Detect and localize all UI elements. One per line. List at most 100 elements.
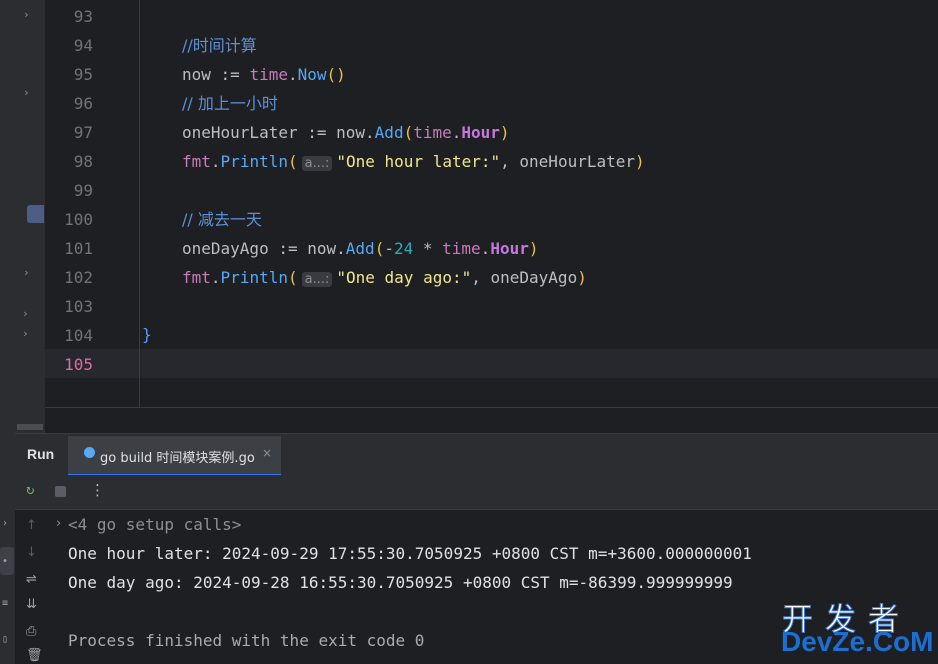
code-string: "One day ago:": [336, 268, 472, 287]
console-fold-line[interactable]: <4 go setup calls>: [68, 510, 241, 539]
code-function: Println: [220, 268, 288, 287]
line-number: 103: [64, 297, 93, 316]
parameter-hint: a...:: [301, 156, 333, 171]
code-line[interactable]: // 减去一天: [182, 205, 262, 234]
tree-selected-item[interactable]: [27, 205, 44, 223]
rerun-icon[interactable]: ↻: [26, 483, 40, 497]
code-operator: *: [413, 239, 443, 258]
watermark-bottom: DevZe.CoM: [781, 626, 934, 657]
code-paren: ): [499, 123, 510, 142]
line-number: 98: [73, 152, 93, 171]
code-paren: (: [374, 239, 385, 258]
code-function: Now: [297, 65, 327, 84]
code-package: fmt: [182, 268, 211, 287]
code-function: Println: [220, 152, 288, 171]
tree-chevron-icon[interactable]: ›: [23, 8, 30, 21]
line-number: 94: [73, 36, 93, 55]
code-line[interactable]: oneHourLater := now.Add(time.Hour): [182, 118, 510, 147]
dot-icon[interactable]: •: [2, 556, 8, 568]
go-file-icon: [84, 447, 95, 458]
code-function: Add: [374, 123, 404, 142]
print-icon[interactable]: ⎙: [26, 624, 36, 639]
code-receiver: now: [336, 123, 366, 142]
parameter-hint: a...:: [301, 272, 333, 287]
chevron-right-icon[interactable]: ›: [2, 518, 8, 530]
code-dot: .: [480, 239, 491, 258]
code-operator: :=: [210, 65, 250, 84]
tree-expand-icon[interactable]: ›: [22, 307, 29, 320]
code-argument: oneHourLater: [519, 152, 635, 171]
code-line[interactable]: // 加上一小时: [182, 89, 278, 118]
gutter-separator: [139, 0, 140, 407]
line-number-current: 105: [64, 355, 93, 374]
code-package: time: [249, 65, 288, 84]
code-paren: ): [336, 65, 346, 84]
code-line[interactable]: //时间计算: [182, 31, 257, 60]
console-exit-line: Process finished with the exit code 0: [68, 631, 425, 650]
code-line[interactable]: fmt.Println(a...: "One hour later:", oneH…: [182, 147, 645, 176]
code-paren: (: [287, 268, 298, 287]
code-paren: (: [403, 123, 414, 142]
code-constant: Hour: [461, 123, 500, 142]
code-line[interactable]: oneDayAgo := now.Add(-24 * time.Hour): [182, 234, 538, 263]
stop-icon[interactable]: [55, 486, 66, 497]
code-argument: oneDayAgo: [490, 268, 578, 287]
code-number: 24: [393, 239, 414, 258]
arrow-down-icon[interactable]: ↓: [26, 545, 37, 560]
close-icon[interactable]: ×: [262, 446, 272, 460]
tree-expand-icon[interactable]: ›: [22, 327, 29, 340]
code-editor[interactable]: [45, 0, 938, 407]
code-dot: .: [451, 123, 462, 142]
code-dot: .: [287, 65, 298, 84]
code-package: fmt: [182, 152, 211, 171]
code-comment: // 减去一天: [182, 210, 262, 229]
code-comment: // 加上一小时: [182, 94, 278, 113]
code-operator: -: [384, 239, 394, 258]
code-comment: //时间计算: [182, 36, 257, 55]
code-dot: .: [210, 152, 221, 171]
scroll-to-end-icon[interactable]: ⇊: [26, 597, 37, 612]
run-toolbar: [15, 475, 938, 510]
run-panel-title[interactable]: Run: [27, 446, 54, 462]
code-variable: oneHourLater: [182, 123, 298, 142]
code-receiver: now: [307, 239, 337, 258]
line-number: 96: [73, 94, 93, 113]
console-side-rail: [15, 510, 53, 664]
code-paren: (: [287, 152, 298, 171]
code-string: "One hour later:": [336, 152, 501, 171]
code-paren: ): [577, 268, 587, 287]
code-dot: .: [365, 123, 375, 142]
code-operator: :=: [297, 123, 337, 142]
code-function: Add: [345, 239, 375, 258]
code-paren: (: [326, 65, 337, 84]
code-package: time: [413, 123, 452, 142]
tree-chevron-icon[interactable]: ›: [23, 266, 30, 279]
arrow-up-icon[interactable]: ↑: [26, 518, 37, 533]
line-number: 101: [64, 239, 93, 258]
run-tab-label[interactable]: go build 时间模块案例.go: [100, 447, 255, 466]
line-number: 102: [64, 268, 93, 287]
code-paren: ): [635, 152, 645, 171]
tree-scrollbar[interactable]: [17, 424, 43, 430]
structure-icon[interactable]: ≡: [2, 598, 8, 610]
left-tool-strip: › • ≡ ▯: [0, 0, 15, 664]
soft-wrap-icon[interactable]: ⇌: [26, 572, 37, 587]
terminal-icon[interactable]: ▯: [2, 634, 8, 646]
code-constant: Hour: [490, 239, 529, 258]
code-line[interactable]: fmt.Println(a...: "One day ago:", oneDayA…: [182, 263, 587, 292]
code-variable: oneDayAgo: [182, 239, 269, 258]
fold-chevron-icon[interactable]: ›: [56, 516, 61, 531]
line-number: 95: [73, 65, 93, 84]
line-number: 100: [64, 210, 93, 229]
line-number: 93: [73, 7, 93, 26]
tree-chevron-icon[interactable]: ›: [23, 86, 30, 99]
code-dot: .: [210, 268, 221, 287]
code-dot: .: [336, 239, 346, 258]
line-number: 104: [64, 326, 93, 345]
code-variable: now: [182, 65, 211, 84]
code-line[interactable]: now := time.Now(): [182, 60, 346, 89]
trash-icon[interactable]: 🗑: [26, 648, 43, 663]
more-options-icon[interactable]: ⋮: [90, 481, 105, 499]
code-package: time: [442, 239, 481, 258]
code-paren: ): [528, 239, 539, 258]
